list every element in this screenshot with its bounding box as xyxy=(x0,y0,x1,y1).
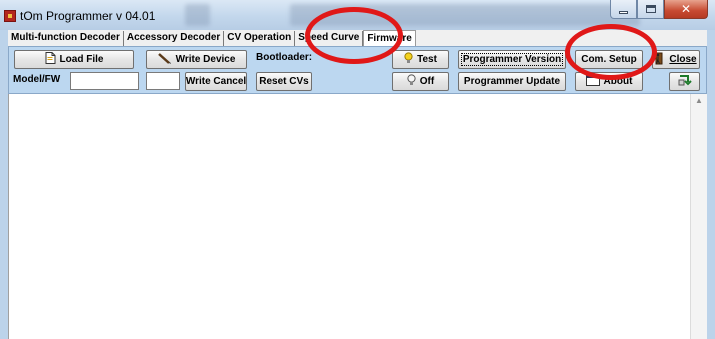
lightbulb-on-icon xyxy=(404,52,413,67)
minimize-icon xyxy=(619,10,628,14)
app-window: tOm Programmer v 04.01 ✕ Multi-function … xyxy=(0,0,715,339)
bootloader-label: Bootloader: xyxy=(256,52,313,63)
document-icon xyxy=(45,52,56,67)
about-label: About xyxy=(603,76,633,87)
pencil-icon xyxy=(157,52,172,67)
com-setup-button[interactable]: Com. Setup xyxy=(575,50,643,69)
toolbar: Load File Write Device Bootloader: Test … xyxy=(8,46,707,94)
blurred-region xyxy=(185,4,210,26)
client-area: Multi-function Decoder Accessory Decoder… xyxy=(8,30,707,339)
title-bar: tOm Programmer v 04.01 ✕ xyxy=(0,0,715,30)
load-file-button[interactable]: Load File xyxy=(14,50,134,69)
test-button[interactable]: Test xyxy=(392,50,449,69)
load-file-label: Load File xyxy=(59,54,104,65)
app-icon xyxy=(4,10,16,22)
com-setup-label: Com. Setup xyxy=(581,54,637,65)
tab-accessory-decoder[interactable]: Accessory Decoder xyxy=(124,31,225,46)
programmer-update-button[interactable]: Programmer Update xyxy=(458,72,566,91)
write-device-button[interactable]: Write Device xyxy=(146,50,247,69)
reset-cvs-button[interactable]: Reset CVs xyxy=(256,72,312,91)
test-label: Test xyxy=(417,54,437,65)
maximize-button[interactable] xyxy=(637,0,664,19)
model-fw-label: Model/FW xyxy=(13,74,61,85)
tab-speed-curve[interactable]: Speed Curve xyxy=(295,31,364,46)
output-area[interactable]: ▲ xyxy=(8,94,707,339)
minimize-button[interactable] xyxy=(610,0,637,19)
tab-multi-function-decoder[interactable]: Multi-function Decoder xyxy=(8,31,124,46)
model-fw-field-secondary[interactable] xyxy=(146,72,180,90)
tab-strip: Multi-function Decoder Accessory Decoder… xyxy=(8,30,707,47)
off-button[interactable]: Off xyxy=(392,72,449,91)
model-fw-field[interactable] xyxy=(70,72,139,90)
write-cancel-label: Write Cancel xyxy=(185,76,247,87)
close-label: Close xyxy=(669,54,697,65)
swap-icon xyxy=(678,74,692,90)
vertical-scrollbar[interactable]: ▲ xyxy=(690,94,707,339)
programmer-update-label: Programmer Update xyxy=(463,76,561,87)
maximize-icon xyxy=(645,5,656,13)
lightbulb-off-icon xyxy=(407,74,416,89)
swap-button[interactable] xyxy=(669,72,700,91)
blurred-region xyxy=(290,4,640,26)
write-device-label: Write Device xyxy=(175,54,236,65)
info-icon xyxy=(585,74,600,89)
window-controls: ✕ xyxy=(610,0,708,19)
close-icon: ✕ xyxy=(680,2,692,16)
tab-cv-operation[interactable]: CV Operation xyxy=(224,31,296,46)
write-cancel-button[interactable]: Write Cancel xyxy=(185,72,247,91)
window-title: tOm Programmer v 04.01 xyxy=(20,9,156,23)
close-button[interactable]: Close xyxy=(652,50,700,69)
scroll-up-icon[interactable]: ▲ xyxy=(695,96,703,105)
about-button[interactable]: About xyxy=(575,72,643,91)
door-exit-icon xyxy=(655,52,665,68)
reset-cvs-label: Reset CVs xyxy=(259,76,309,87)
tab-firmware[interactable]: Firmware xyxy=(363,30,416,47)
programmer-version-label: Programmer Version xyxy=(462,54,562,65)
close-window-button[interactable]: ✕ xyxy=(664,0,708,19)
programmer-version-button[interactable]: Programmer Version xyxy=(458,50,566,69)
off-label: Off xyxy=(419,76,435,87)
